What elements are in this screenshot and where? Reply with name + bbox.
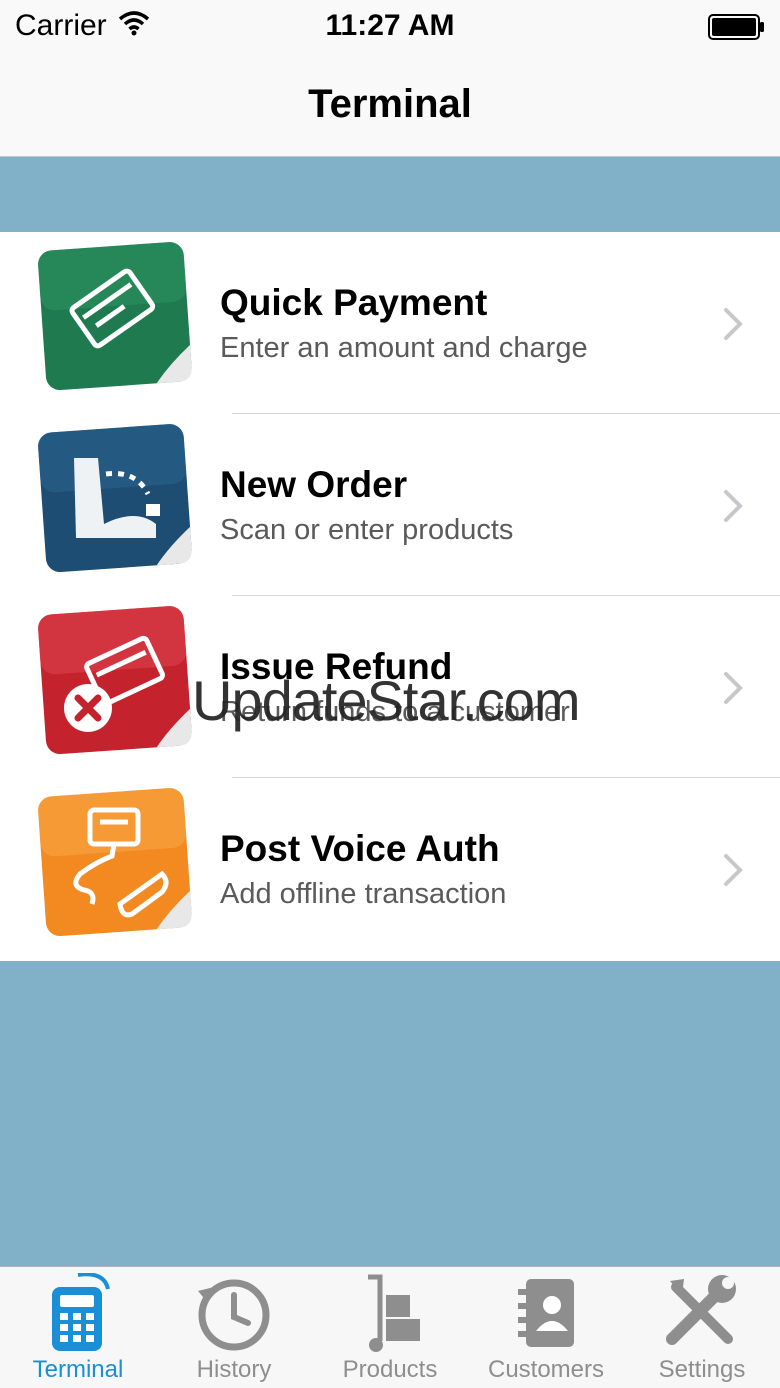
tab-customers[interactable]: Customers	[468, 1267, 624, 1388]
tab-label: Customers	[487, 1356, 605, 1383]
terminal-icon	[38, 1272, 118, 1353]
quick-payment-row[interactable]: Quick Payment Enter an amount and charge	[0, 232, 780, 414]
row-title: Post Voice Auth	[220, 828, 500, 869]
tab-label: Settings	[658, 1356, 746, 1383]
new-order-row[interactable]: New Order Scan or enter products	[0, 414, 780, 596]
credit-card-icon	[36, 240, 196, 396]
chevron-right-icon	[722, 488, 746, 529]
row-title: Quick Payment	[220, 282, 488, 323]
clock-icon	[194, 1273, 274, 1353]
tab-products[interactable]: Products	[312, 1267, 468, 1388]
row-title: New Order	[220, 464, 408, 505]
row-subtitle: Add offline transaction	[220, 878, 507, 910]
hand-truck-icon	[350, 1273, 430, 1353]
address-book-icon	[506, 1273, 586, 1353]
chevron-right-icon	[722, 306, 746, 347]
tab-terminal[interactable]: Terminal	[0, 1267, 156, 1388]
status-time: 11:27 AM	[325, 9, 455, 42]
battery-icon	[708, 14, 766, 45]
cash-register-icon	[36, 422, 196, 578]
page-title: Terminal	[308, 82, 472, 126]
status-bar: Carrier 11:27 AM	[0, 0, 780, 56]
phone-terminal-icon	[36, 786, 196, 942]
tab-history[interactable]: History	[156, 1267, 312, 1388]
tab-bar: Terminal History Products Customers Sett…	[0, 1266, 780, 1388]
tab-label: History	[196, 1356, 272, 1383]
row-subtitle: Enter an amount and charge	[220, 332, 588, 364]
wrench-icon	[662, 1273, 742, 1353]
tab-label: Products	[342, 1356, 438, 1383]
refund-card-icon	[36, 604, 196, 760]
chevron-right-icon	[722, 670, 746, 711]
post-voice-auth-row[interactable]: Post Voice Auth Add offline transaction	[0, 778, 780, 960]
watermark: UpdateStar.com	[192, 669, 581, 732]
terminal-menu: Quick Payment Enter an amount and charge…	[0, 232, 780, 961]
tab-settings[interactable]: Settings	[624, 1267, 780, 1388]
tab-label: Terminal	[32, 1356, 124, 1383]
chevron-right-icon	[722, 852, 746, 893]
row-subtitle: Scan or enter products	[220, 514, 514, 546]
navigation-bar: Terminal	[0, 56, 780, 157]
